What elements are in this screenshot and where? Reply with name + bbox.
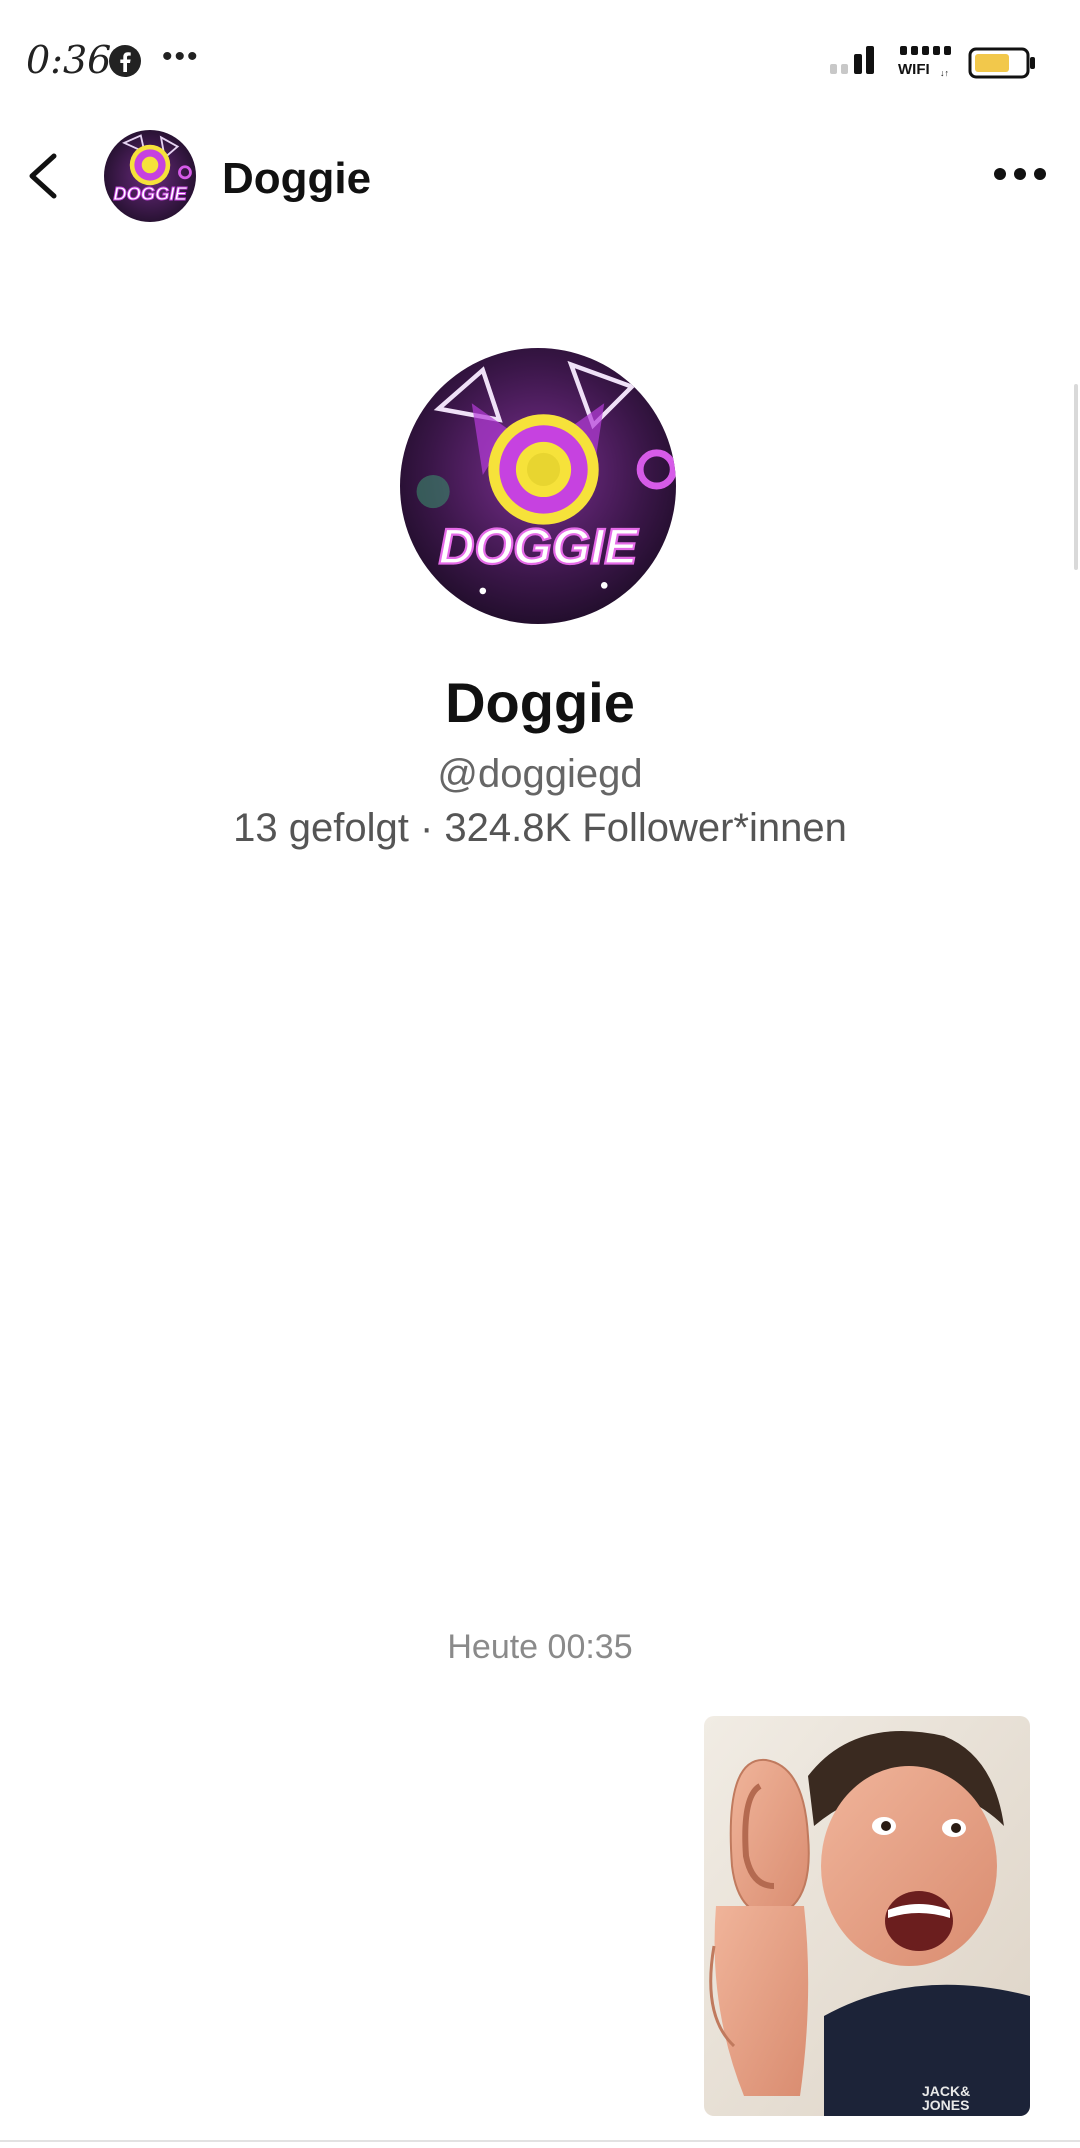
avatar-art-icon: DOGGIE <box>104 130 196 222</box>
svg-text:DOGGIE: DOGGIE <box>439 518 640 574</box>
photo-message-icon: JACK& JONES <box>704 1716 1030 2116</box>
scrollbar[interactable] <box>1074 384 1078 570</box>
avatar-art-icon: DOGGIE <box>400 348 676 624</box>
svg-text:DOGGIE: DOGGIE <box>113 183 187 204</box>
more-dots-icon: ••• <box>162 40 200 73</box>
profile-avatar[interactable]: DOGGIE <box>400 348 676 624</box>
signal-bars-icon <box>830 46 874 74</box>
profile-stats: 13 gefolgt · 324.8K Follower*innen <box>233 806 847 850</box>
svg-text:↓↑: ↓↑ <box>940 68 949 78</box>
profile-name: Doggie <box>445 671 635 734</box>
chat-header: DOGGIE Doggie <box>0 120 1080 230</box>
photo-message[interactable]: JACK& JONES <box>704 1716 1030 2116</box>
status-time: 0:36 <box>26 38 112 82</box>
header-avatar[interactable]: DOGGIE <box>104 130 196 222</box>
header-contact-name[interactable]: Doggie <box>222 154 371 204</box>
wifi-icon: WIFI ↓↑ <box>898 46 951 78</box>
more-horizontal-icon[interactable] <box>990 154 1050 194</box>
svg-text:JONES: JONES <box>922 2097 969 2113</box>
bottom-divider <box>0 2140 1080 2142</box>
profile-handle: @doggiegd <box>437 752 643 796</box>
facebook-icon <box>109 45 141 77</box>
svg-text:WIFI: WIFI <box>898 61 930 78</box>
chat-timestamp: Heute 00:35 <box>447 1628 633 1666</box>
battery-icon <box>968 47 1035 79</box>
chevron-left-icon[interactable] <box>20 148 70 204</box>
status-bar: 0:36 ••• WIFI ↓↑ <box>0 0 1080 120</box>
